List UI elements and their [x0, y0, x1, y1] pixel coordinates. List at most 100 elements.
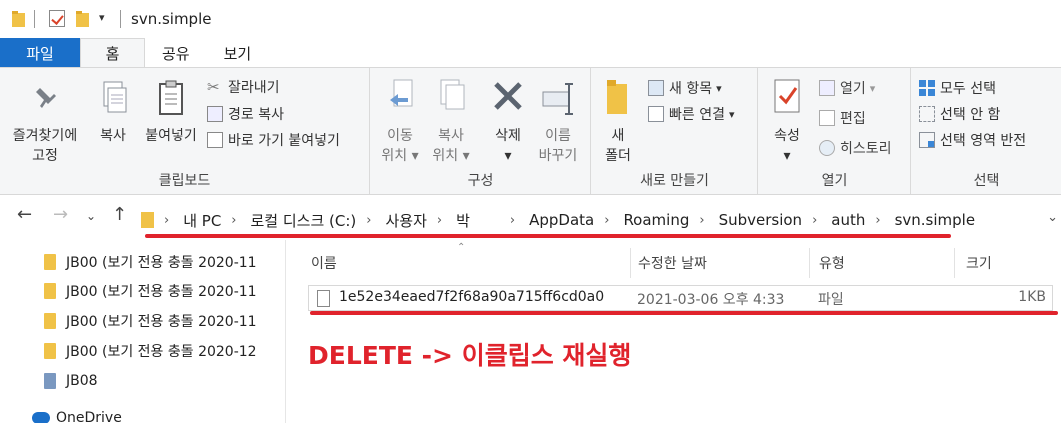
copy-button[interactable]: 복사: [90, 80, 136, 146]
forward-arrow-icon[interactable]: →: [53, 204, 68, 225]
open-label: 열기: [840, 81, 866, 97]
breadcrumb-separator-icon[interactable]: ›: [510, 213, 515, 228]
breadcrumb-separator-icon[interactable]: ›: [699, 213, 704, 228]
rename-label-2: 바꾸기: [538, 148, 578, 164]
tab-home[interactable]: 홈: [80, 38, 145, 68]
paste-shortcut-button[interactable]: 바로 가기 붙여넣기: [207, 130, 340, 150]
tab-file[interactable]: 파일: [0, 38, 80, 68]
properties-icon: [774, 79, 800, 113]
nav-folder-item[interactable]: JB00 (보기 전용 충돌 2020-11: [44, 280, 257, 302]
nav-item-label: JB00 (보기 전용 충돌 2020-11: [66, 284, 257, 300]
breadcrumb-separator-icon[interactable]: ›: [437, 213, 442, 228]
breadcrumb-auth[interactable]: auth: [831, 211, 865, 229]
tab-share[interactable]: 공유: [145, 38, 207, 68]
sort-caret-icon: ⌃: [457, 242, 466, 253]
table-row[interactable]: 1e52e34eaed7f2f68a90a715ff6cd0a0 2021-03…: [308, 285, 1053, 311]
copy-path-button[interactable]: 경로 복사: [207, 104, 284, 124]
column-header-name[interactable]: 이름: [311, 253, 337, 273]
open-icon: [819, 80, 835, 96]
edit-button[interactable]: 편집: [819, 108, 866, 128]
nav-item-label: JB00 (보기 전용 충돌 2020-11: [66, 314, 257, 330]
address-history-dropdown-icon[interactable]: ⌄: [1047, 210, 1058, 225]
history-button[interactable]: 히스토리: [819, 138, 892, 158]
pin-quick-access-button[interactable]: 즐겨찾기에 고정: [6, 82, 84, 166]
paste-shortcut-label: 바로 가기 붙여넣기: [228, 133, 340, 149]
select-none-button[interactable]: 선택 안 함: [919, 104, 1000, 124]
column-header-date[interactable]: 수정한 날짜: [638, 253, 707, 273]
pin-label-2: 고정: [32, 148, 58, 164]
nav-item-label: OneDrive: [56, 410, 122, 423]
folder-icon[interactable]: [12, 11, 25, 27]
breadcrumb-separator-icon[interactable]: ›: [366, 213, 371, 228]
properties-button[interactable]: 속성 ▾: [765, 78, 809, 166]
easy-access-button[interactable]: 빠른 연결 ▾: [648, 104, 735, 124]
column-separator[interactable]: [809, 248, 810, 278]
folder-icon: [44, 313, 56, 329]
easy-access-icon: [648, 106, 664, 122]
copy-path-icon: [207, 106, 223, 122]
up-arrow-icon[interactable]: ↑: [112, 204, 127, 225]
open-group: 속성 ▾ 열기 ▾ 편집 히스토리 열기: [759, 68, 911, 194]
scissors-icon: ✂: [207, 78, 220, 96]
move-to-button[interactable]: 이동 위치 ▾: [375, 78, 425, 166]
breadcrumb-svn-simple[interactable]: svn.simple: [895, 211, 975, 229]
delete-button[interactable]: 삭제 ▾: [483, 78, 533, 166]
nav-folder-item[interactable]: JB00 (보기 전용 충돌 2020-12: [44, 340, 257, 362]
separator: [120, 10, 121, 28]
copy-to-label-1: 복사: [438, 128, 464, 144]
rename-button[interactable]: 이름 바꾸기: [533, 78, 583, 166]
nav-folder-item[interactable]: JB08: [44, 370, 98, 392]
properties-check-icon[interactable]: [49, 10, 65, 27]
nav-item-label: JB00 (보기 전용 충돌 2020-12: [66, 344, 257, 360]
column-separator[interactable]: [954, 248, 955, 278]
select-none-label: 선택 안 함: [940, 107, 1001, 123]
breadcrumb-user[interactable]: 박: [456, 210, 470, 231]
breadcrumb-local-disk[interactable]: 로컬 디스크 (C:): [251, 210, 357, 231]
folder-icon: [44, 343, 56, 359]
new-folder-label-2: 폴더: [605, 148, 631, 164]
breadcrumb-users[interactable]: 사용자: [385, 210, 426, 231]
nav-item-label: JB00 (보기 전용 충돌 2020-11: [66, 255, 257, 271]
new-folder-icon: [607, 80, 627, 114]
invert-selection-button[interactable]: 선택 영역 반전: [919, 130, 1026, 150]
nav-folder-item[interactable]: JB00 (보기 전용 충돌 2020-11: [44, 310, 257, 332]
column-header-type[interactable]: 유형: [819, 253, 845, 273]
breadcrumb-separator-icon[interactable]: ›: [812, 213, 817, 228]
column-header-size[interactable]: 크기: [966, 253, 992, 273]
title-bar: ▾ svn.simple: [0, 0, 1061, 38]
new-folder-icon[interactable]: [76, 11, 89, 27]
column-separator[interactable]: [630, 248, 631, 278]
rename-icon: [542, 83, 573, 115]
nav-onedrive-item[interactable]: OneDrive: [32, 407, 122, 423]
new-folder-button[interactable]: 새 폴더: [598, 78, 638, 166]
rename-label-1: 이름: [545, 128, 571, 144]
select-all-button[interactable]: 모두 선택: [919, 78, 996, 98]
breadcrumb-separator-icon[interactable]: ›: [875, 213, 880, 228]
breadcrumb-roaming[interactable]: Roaming: [623, 211, 689, 229]
ribbon-tabs: 파일 홈 공유 보기: [0, 38, 1061, 68]
breadcrumb-appdata[interactable]: AppData: [529, 211, 594, 229]
breadcrumb-separator-icon[interactable]: ›: [164, 213, 169, 228]
customize-arrow-icon[interactable]: ▾: [99, 11, 105, 24]
breadcrumb-separator-icon[interactable]: ›: [231, 213, 236, 228]
tab-view[interactable]: 보기: [207, 38, 269, 68]
cut-button[interactable]: ✂ 잘라내기: [207, 77, 280, 97]
breadcrumb-subversion[interactable]: Subversion: [719, 211, 803, 229]
new-item-button[interactable]: 새 항목 ▾: [648, 78, 722, 98]
breadcrumb-this-pc[interactable]: 내 PC: [183, 210, 221, 231]
copy-to-button[interactable]: 복사 위치 ▾: [426, 78, 476, 166]
select-none-icon: [919, 106, 935, 122]
move-to-label-2: 위치 ▾: [381, 148, 419, 164]
window-title: svn.simple: [131, 10, 212, 28]
file-name: 1e52e34eaed7f2f68a90a715ff6cd0a0: [339, 289, 605, 305]
open-button[interactable]: 열기 ▾: [819, 78, 875, 98]
nav-item-label: JB08: [66, 373, 98, 389]
move-to-icon: [390, 79, 413, 107]
back-arrow-icon[interactable]: ←: [17, 204, 32, 225]
paste-button[interactable]: 붙여넣기: [138, 80, 204, 146]
recent-locations-chevron-icon[interactable]: ⌄: [86, 209, 96, 223]
breadcrumb-separator-icon[interactable]: ›: [604, 213, 609, 228]
nav-folder-item[interactable]: JB00 (보기 전용 충돌 2020-11: [44, 251, 257, 273]
organize-group-label: 구성: [467, 173, 494, 189]
address-bar[interactable]: › 내 PC › 로컬 디스크 (C:) › 사용자 › 박 › AppData…: [134, 206, 1061, 234]
